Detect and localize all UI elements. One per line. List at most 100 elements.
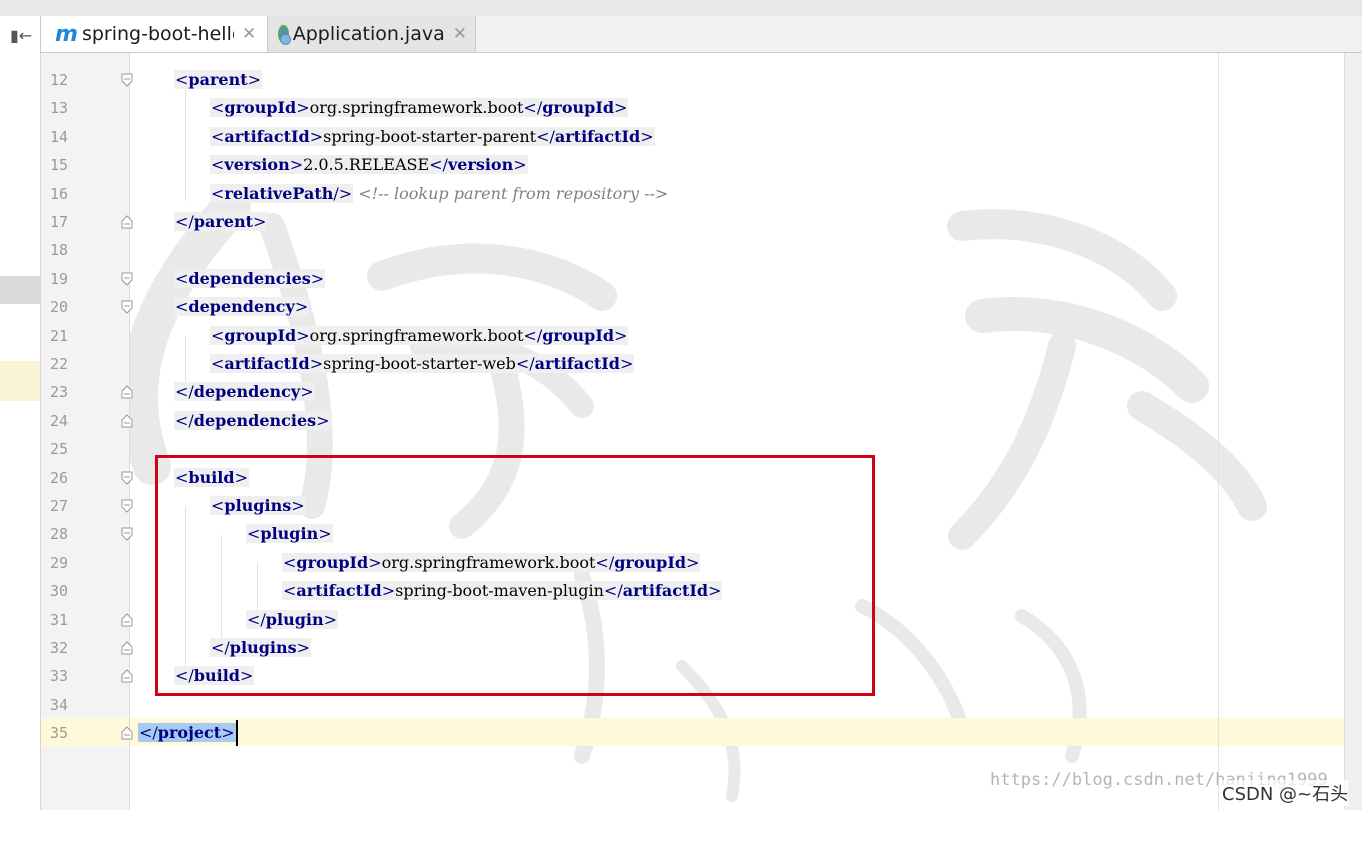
fold-close-icon[interactable] (121, 385, 133, 399)
build-block-highlight-box (155, 455, 875, 696)
line-number: 18 (49, 241, 68, 260)
code-line[interactable]: 35 </project> (41, 719, 1344, 747)
text-caret (236, 720, 238, 747)
code-line[interactable]: 24 </dependencies> (41, 407, 1344, 435)
tag-bracket: > (614, 325, 628, 345)
tab-pom-xml[interactable]: m spring-boot-hello ✕ (40, 16, 268, 52)
code-line[interactable]: 19 <dependencies> (41, 265, 1344, 293)
fold-open-icon[interactable] (121, 272, 133, 286)
tag-value: 2.0.5.RELEASE (303, 155, 430, 175)
tag-value: org.springframework.boot (309, 325, 524, 345)
tag-bracket: > (300, 382, 314, 402)
line-number: 16 (49, 184, 68, 203)
tag-name: dependencies (193, 410, 317, 430)
xml-tag: <artifactId>spring-boot-starter-parent</… (210, 126, 655, 146)
line-number: 25 (49, 440, 68, 459)
code-text: <relativePath/> <!-- lookup parent from … (210, 180, 668, 208)
line-number: 13 (49, 99, 68, 118)
tag-bracket: < (211, 325, 225, 345)
tag-name: parent (193, 212, 253, 231)
close-icon[interactable]: ✕ (242, 24, 256, 44)
vertical-scrollbar[interactable] (1344, 53, 1362, 810)
code-text: <artifactId>spring-boot-starter-parent</… (210, 123, 655, 151)
tag-bracket: > (296, 98, 310, 118)
tag-bracket: > (310, 268, 325, 288)
line-number: 12 (49, 71, 68, 89)
fold-close-icon[interactable] (121, 641, 133, 655)
xml-tag: </dependencies> (174, 410, 331, 430)
maven-m-icon: m (55, 21, 78, 47)
code-line[interactable]: 22 <artifactId>spring-boot-starter-web</a… (41, 350, 1344, 378)
line-number: 29 (49, 553, 68, 572)
editor-tab-bar: m spring-boot-hello ✕ Application.java ✕ (40, 16, 1362, 53)
xml-tag: <relativePath/> (210, 183, 354, 203)
line-number: 28 (49, 525, 68, 544)
code-line[interactable]: 16 <relativePath/> <!-- lookup parent fro… (41, 180, 1344, 208)
tab-label: Application.java (292, 23, 445, 45)
fold-close-icon[interactable] (121, 726, 133, 740)
tag-name: groupId (224, 98, 297, 118)
code-line[interactable]: 20 <dependency> (41, 293, 1344, 321)
code-line[interactable]: 17 </parent> (41, 208, 1344, 236)
fold-close-icon[interactable] (121, 414, 133, 428)
java-class-icon (278, 25, 291, 45)
line-number: 20 (49, 298, 68, 317)
code-text: <dependencies> (174, 265, 326, 293)
xml-tag: <parent> (174, 70, 262, 89)
code-line[interactable]: 18 (41, 236, 1344, 264)
fold-open-icon[interactable] (121, 527, 133, 542)
code-line[interactable]: 21 <groupId>org.springframework.boot</gro… (41, 322, 1344, 350)
fold-open-icon[interactable] (121, 300, 133, 314)
tag-name: artifactId (554, 126, 641, 146)
collapse-panel-icon[interactable]: ▮← (10, 26, 32, 45)
code-text: </dependency> (174, 378, 315, 406)
fold-open-icon[interactable] (121, 499, 133, 513)
code-text: </dependencies> (174, 407, 331, 435)
code-text: </parent> (174, 208, 268, 236)
project-tree-highlight (0, 361, 40, 401)
tag-bracket: > (309, 354, 324, 373)
code-text: </project> (138, 719, 236, 747)
code-text: <artifactId>spring-boot-starter-web</art… (210, 350, 635, 378)
code-line[interactable]: 12 <parent> (41, 66, 1344, 94)
close-icon[interactable]: ✕ (453, 24, 467, 44)
window-top-strip (0, 0, 1362, 16)
fold-close-icon[interactable] (121, 612, 133, 627)
tag-name: dependencies (188, 268, 311, 288)
line-number: 26 (49, 468, 68, 487)
code-line[interactable]: 15 <version>2.0.5.RELEASE</version> (41, 151, 1344, 179)
code-text: <parent> (174, 66, 262, 94)
fold-open-icon[interactable] (121, 73, 133, 87)
line-number: 31 (49, 610, 68, 629)
tag-value: spring-boot-starter-parent (323, 126, 537, 146)
fold-close-icon[interactable] (121, 215, 133, 229)
tag-bracket: < (211, 183, 225, 203)
tag-value: org.springframework.boot (309, 98, 524, 118)
xml-tag: <dependency> (174, 297, 310, 317)
xml-tag: <dependencies> (174, 268, 326, 288)
code-text: <version>2.0.5.RELEASE</version> (210, 151, 528, 179)
tag-bracket: > (309, 126, 324, 146)
fold-open-icon[interactable] (121, 471, 133, 485)
tag-name: version (447, 155, 514, 175)
code-editor[interactable]: 12 <parent> 13 <groupId>org.springframework… (41, 53, 1344, 810)
line-number: 14 (49, 127, 68, 146)
tag-bracket: > (252, 212, 267, 231)
tag-name: groupId (542, 98, 614, 118)
xml-tag: </project> (138, 723, 236, 743)
tag-bracket: </ (523, 325, 543, 345)
code-text: <groupId>org.springframework.boot</group… (210, 94, 629, 122)
code-line[interactable]: 14 <artifactId>spring-boot-starter-parent… (41, 123, 1344, 151)
tag-bracket: > (614, 98, 628, 118)
fold-close-icon[interactable] (121, 669, 133, 683)
tag-bracket: < (211, 354, 225, 373)
tag-name: parent (188, 70, 248, 89)
line-number: 17 (49, 213, 68, 231)
code-line[interactable]: 23 </dependency> (41, 378, 1344, 406)
code-line[interactable]: 13 <groupId>org.springframework.boot</gro… (41, 94, 1344, 122)
tag-bracket: </ (429, 155, 448, 175)
tag-bracket: </ (523, 98, 543, 118)
tag-bracket: > (619, 354, 634, 373)
tab-application-java[interactable]: Application.java ✕ (268, 16, 476, 52)
xml-tag: <groupId>org.springframework.boot</group… (210, 325, 629, 345)
